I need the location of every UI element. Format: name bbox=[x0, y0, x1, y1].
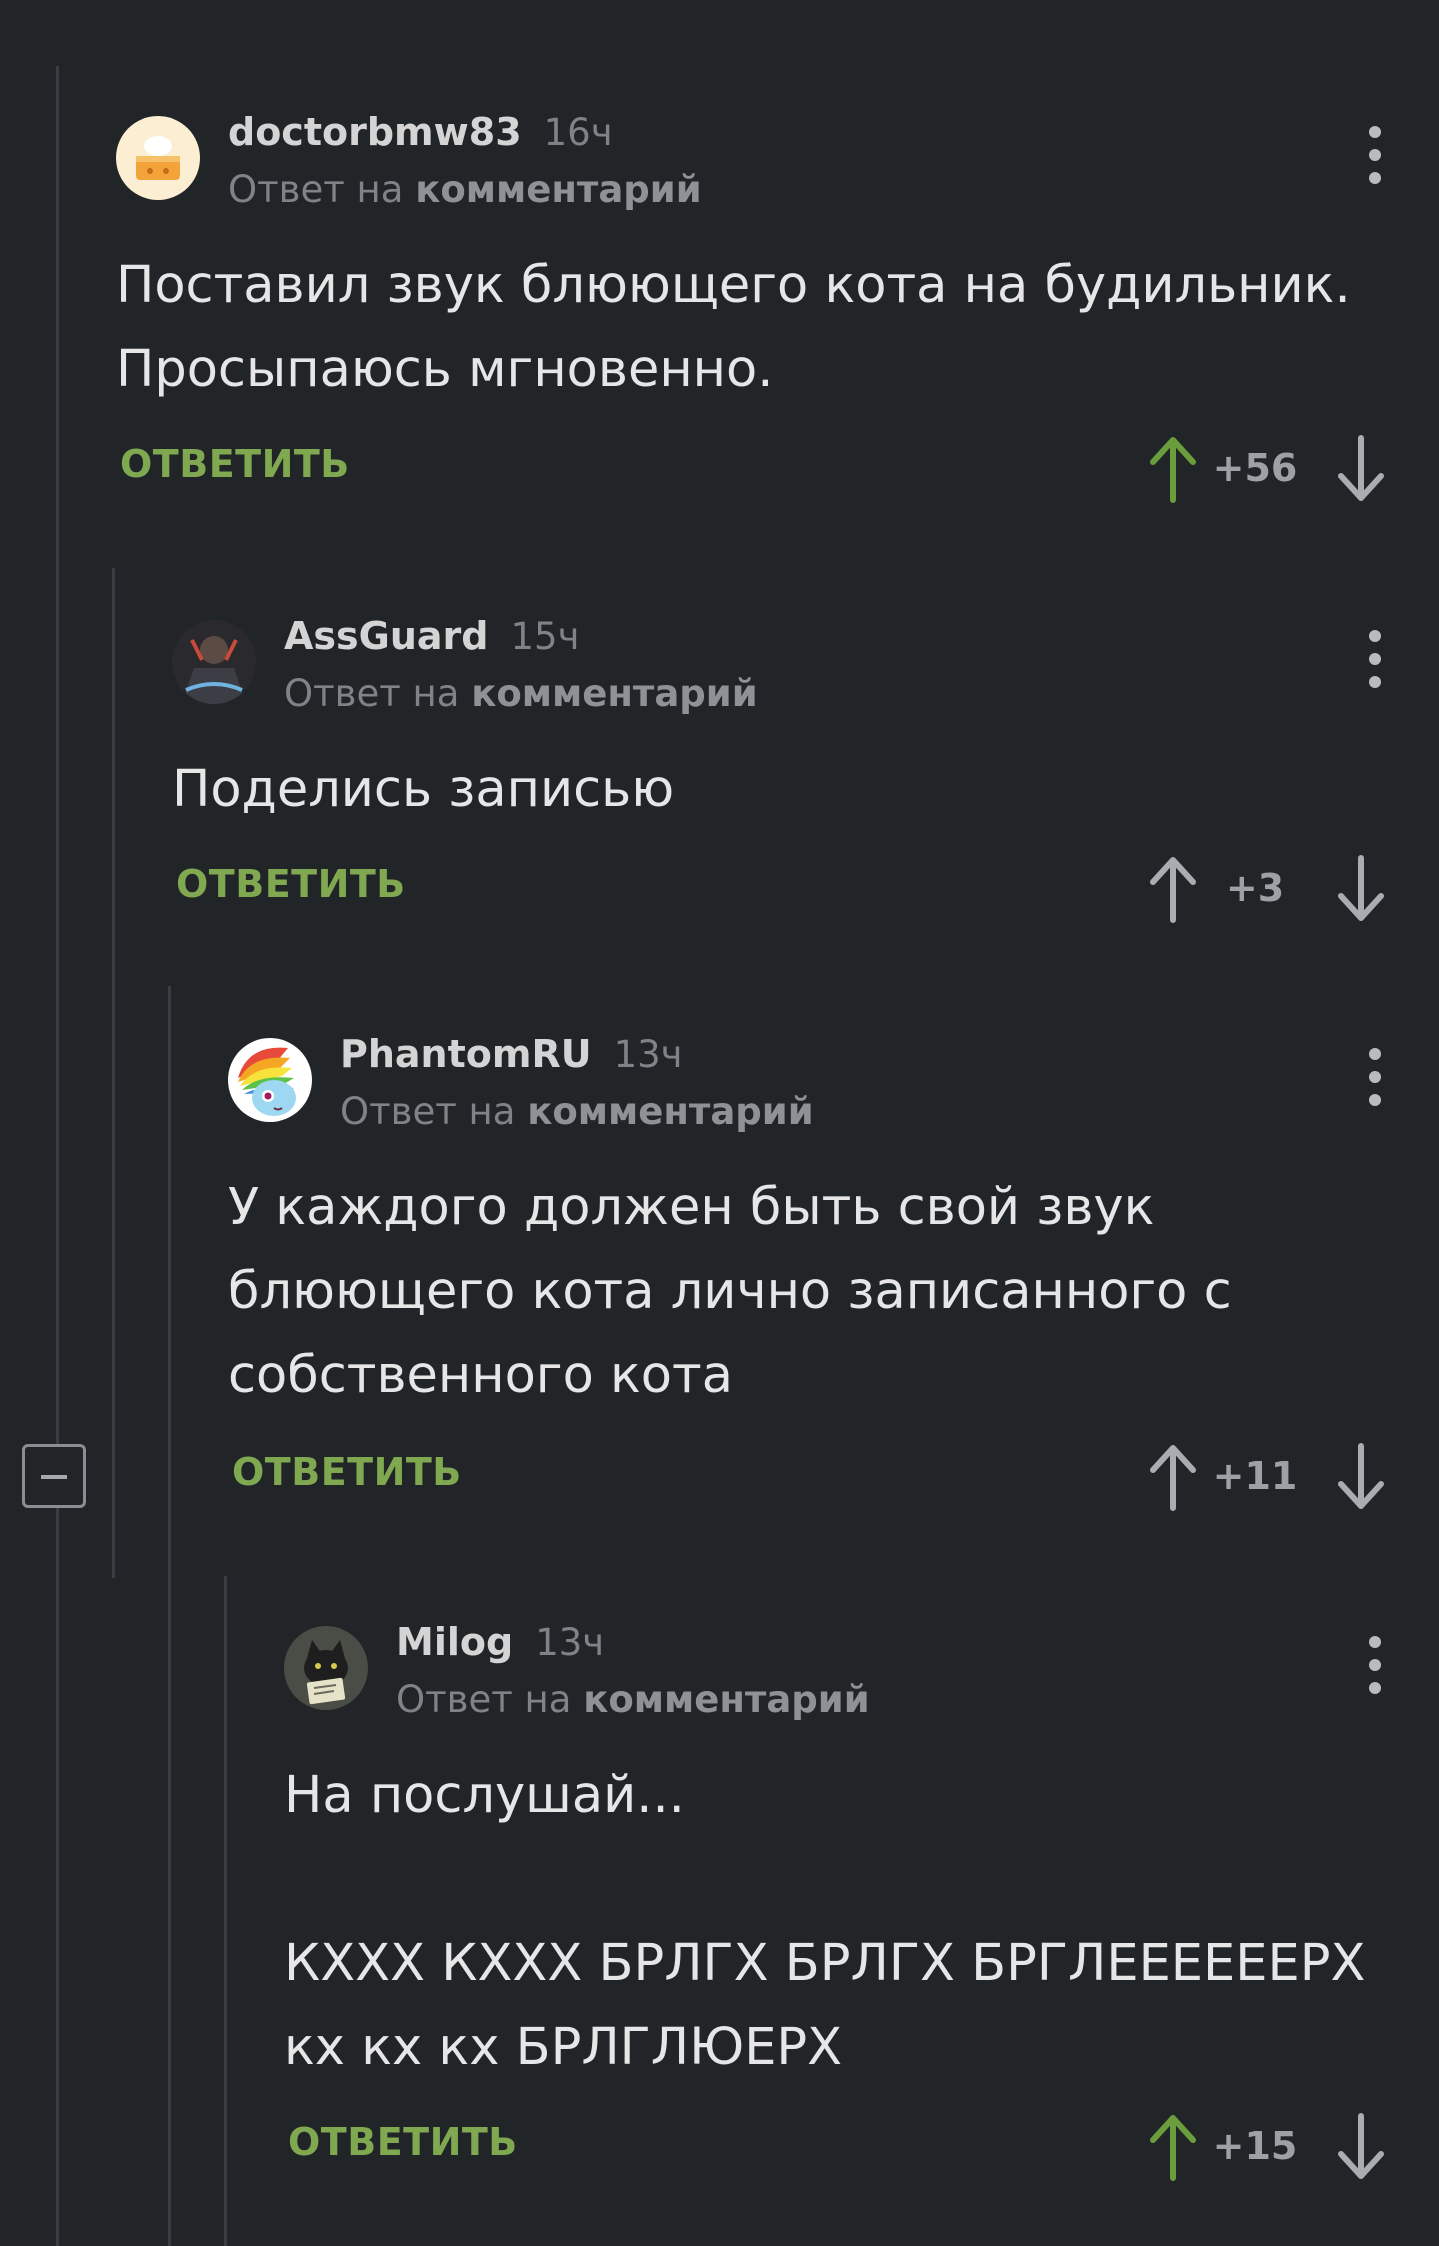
comment-time: 16ч bbox=[543, 111, 613, 154]
reply-to-link[interactable]: комментарий bbox=[527, 1090, 813, 1133]
reply-to: Ответ на комментарий bbox=[284, 672, 758, 715]
upvote-arrow-icon[interactable] bbox=[1147, 854, 1199, 924]
comment-line: кх кх кх БРЛГЛЮЕРХ bbox=[284, 2018, 843, 2077]
minus-icon bbox=[41, 1475, 67, 1479]
thread-line-level-2 bbox=[112, 568, 115, 1578]
reply-button[interactable]: ОТВЕТИТЬ bbox=[232, 1450, 462, 1494]
more-menu-icon[interactable] bbox=[1363, 1048, 1387, 1108]
more-menu-icon[interactable] bbox=[1363, 126, 1387, 186]
reply-to-prefix: Ответ на bbox=[228, 168, 404, 211]
comment-author: AssGuard 15ч bbox=[284, 614, 579, 658]
comment-author: doctorbmw83 16ч bbox=[228, 110, 613, 154]
author-name[interactable]: PhantomRU bbox=[340, 1032, 592, 1076]
upvote-arrow-icon[interactable] bbox=[1147, 2112, 1199, 2182]
reply-to-prefix: Ответ на bbox=[340, 1090, 516, 1133]
comment: Milog 13ч Ответ на комментарий На послуша… bbox=[284, 1620, 1439, 2186]
reply-to-prefix: Ответ на bbox=[284, 672, 460, 715]
comment: doctorbmw83 16ч Ответ на комментарий Пост… bbox=[116, 110, 1439, 503]
comment-body: На послушай... КХХХ КХХХ БРЛГХ БРЛГХ БРГ… bbox=[284, 1754, 1365, 2090]
more-menu-icon[interactable] bbox=[1363, 630, 1387, 690]
comment: PhantomRU 13ч Ответ на комментарий У кажд… bbox=[228, 1032, 1439, 1511]
author-name[interactable]: doctorbmw83 bbox=[228, 110, 522, 154]
author-name[interactable]: AssGuard bbox=[284, 614, 488, 658]
thread-line-level-1 bbox=[56, 66, 59, 2246]
reply-to-link[interactable]: комментарий bbox=[471, 672, 757, 715]
reply-to: Ответ на комментарий bbox=[396, 1678, 870, 1721]
comment-score: +11 bbox=[1212, 1454, 1298, 1498]
comment-line: У каждого должен быть свой звук bbox=[228, 1178, 1155, 1237]
reply-to: Ответ на комментарий bbox=[340, 1090, 814, 1133]
comment-line: Поделись записью bbox=[172, 760, 675, 819]
reply-to-link[interactable]: комментарий bbox=[415, 168, 701, 211]
downvote-arrow-icon[interactable] bbox=[1335, 854, 1387, 924]
vote-controls: +11 bbox=[1147, 1442, 1387, 1512]
comment-line: Поставил звук блюющего кота на будильник… bbox=[116, 256, 1351, 315]
downvote-arrow-icon[interactable] bbox=[1335, 2112, 1387, 2182]
cat-with-sign-avatar-icon[interactable] bbox=[284, 1626, 368, 1710]
vote-controls: +56 bbox=[1147, 434, 1387, 504]
thread-line-level-4 bbox=[224, 1576, 227, 2246]
comment-time: 13ч bbox=[535, 1621, 605, 1664]
collapse-thread-button[interactable] bbox=[22, 1444, 86, 1508]
downvote-arrow-icon[interactable] bbox=[1335, 1442, 1387, 1512]
upvote-arrow-icon[interactable] bbox=[1147, 434, 1199, 504]
comment: AssGuard 15ч Ответ на комментарий Поделис… bbox=[172, 614, 1439, 923]
comment-line: Просыпаюсь мгновенно. bbox=[116, 340, 774, 399]
cake-avatar-icon[interactable] bbox=[116, 116, 200, 200]
comment-body: Поделись записью bbox=[172, 748, 674, 832]
thread-line-level-3 bbox=[168, 986, 171, 2246]
dark-figure-avatar-icon[interactable] bbox=[172, 620, 256, 704]
comment-line: На послушай... bbox=[284, 1766, 685, 1825]
reply-to: Ответ на комментарий bbox=[228, 168, 702, 211]
comment-line: собственного кота bbox=[228, 1346, 733, 1405]
vote-controls: +3 bbox=[1147, 854, 1387, 924]
reply-button[interactable]: ОТВЕТИТЬ bbox=[288, 2120, 518, 2164]
downvote-arrow-icon[interactable] bbox=[1335, 434, 1387, 504]
comment-author: Milog 13ч bbox=[396, 1620, 604, 1664]
comment-time: 13ч bbox=[613, 1033, 683, 1076]
comment-body: Поставил звук блюющего кота на будильник… bbox=[116, 244, 1351, 412]
comment-line-blank bbox=[284, 1838, 1365, 1922]
comment-time: 15ч bbox=[510, 615, 580, 658]
comment-score: +3 bbox=[1225, 866, 1285, 910]
rainbow-pony-avatar-icon[interactable] bbox=[228, 1038, 312, 1122]
reply-to-link[interactable]: комментарий bbox=[583, 1678, 869, 1721]
reply-button[interactable]: ОТВЕТИТЬ bbox=[176, 862, 406, 906]
comment-author: PhantomRU 13ч bbox=[340, 1032, 683, 1076]
author-name[interactable]: Milog bbox=[396, 1620, 513, 1664]
comment-line: блюющего кота лично записанного с bbox=[228, 1262, 1232, 1321]
upvote-arrow-icon[interactable] bbox=[1147, 1442, 1199, 1512]
comment-line: КХХХ КХХХ БРЛГХ БРЛГХ БРГЛЕЕЕЕЕЕРХ bbox=[284, 1934, 1366, 1993]
reply-button[interactable]: ОТВЕТИТЬ bbox=[120, 442, 350, 486]
vote-controls: +15 bbox=[1147, 2112, 1387, 2182]
more-menu-icon[interactable] bbox=[1363, 1636, 1387, 1696]
reply-to-prefix: Ответ на bbox=[396, 1678, 572, 1721]
comment-score: +56 bbox=[1212, 446, 1298, 490]
comment-body: У каждого должен быть свой звук блюющего… bbox=[228, 1166, 1232, 1418]
comment-score: +15 bbox=[1212, 2124, 1298, 2168]
